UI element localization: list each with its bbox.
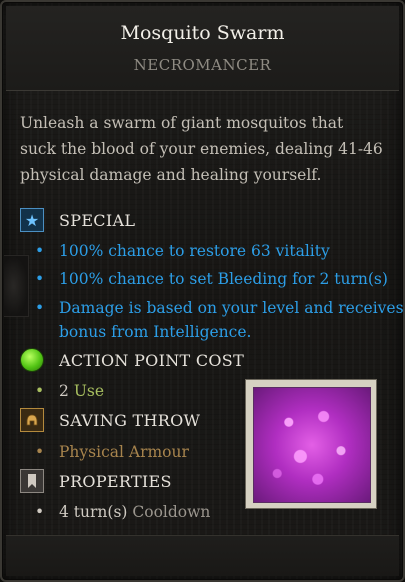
saving-throw-label: SAVING THROW — [59, 410, 201, 430]
helmet-icon — [20, 408, 44, 432]
bullet: • — [35, 242, 45, 260]
skill-school: NECROMANCER — [133, 56, 272, 74]
green-orb-icon — [20, 348, 44, 372]
bullet: • — [35, 270, 45, 288]
tooltip-header: Mosquito Swarm NECROMANCER — [6, 6, 399, 91]
action-point-value: 2 — [59, 382, 69, 400]
bullet: • — [35, 443, 45, 461]
tooltip-footer — [6, 535, 399, 576]
cooldown-unit: Cooldown — [132, 503, 211, 521]
bullet: • — [35, 299, 45, 317]
special-label: SPECIAL — [59, 210, 136, 230]
skill-tooltip: Mosquito Swarm NECROMANCER Unleash a swa… — [0, 0, 405, 582]
bookmark-icon — [20, 469, 44, 493]
bullet: • — [35, 382, 45, 400]
skill-description: Unleash a swarm of giant mosquitos that … — [20, 114, 383, 184]
properties-label: PROPERTIES — [59, 471, 172, 491]
action-point-section: ACTION POINT COST — [20, 346, 244, 374]
bullet: • — [35, 503, 45, 521]
properties-section: PROPERTIES — [20, 467, 172, 495]
saving-throw-section: SAVING THROW — [20, 406, 200, 434]
mosquito-swarm-icon — [246, 380, 376, 508]
skill-title: Mosquito Swarm — [120, 22, 285, 44]
special-section: ★ SPECIAL — [20, 206, 135, 234]
action-point-unit: Use — [73, 382, 105, 400]
action-point-label: ACTION POINT COST — [59, 350, 245, 370]
star-icon: ★ — [20, 208, 44, 232]
side-thumbnail — [4, 255, 29, 317]
saving-throw-value: Physical Armour — [59, 443, 189, 461]
skill-icon-art — [253, 387, 371, 503]
cooldown-value: 4 turn(s) — [59, 503, 128, 521]
